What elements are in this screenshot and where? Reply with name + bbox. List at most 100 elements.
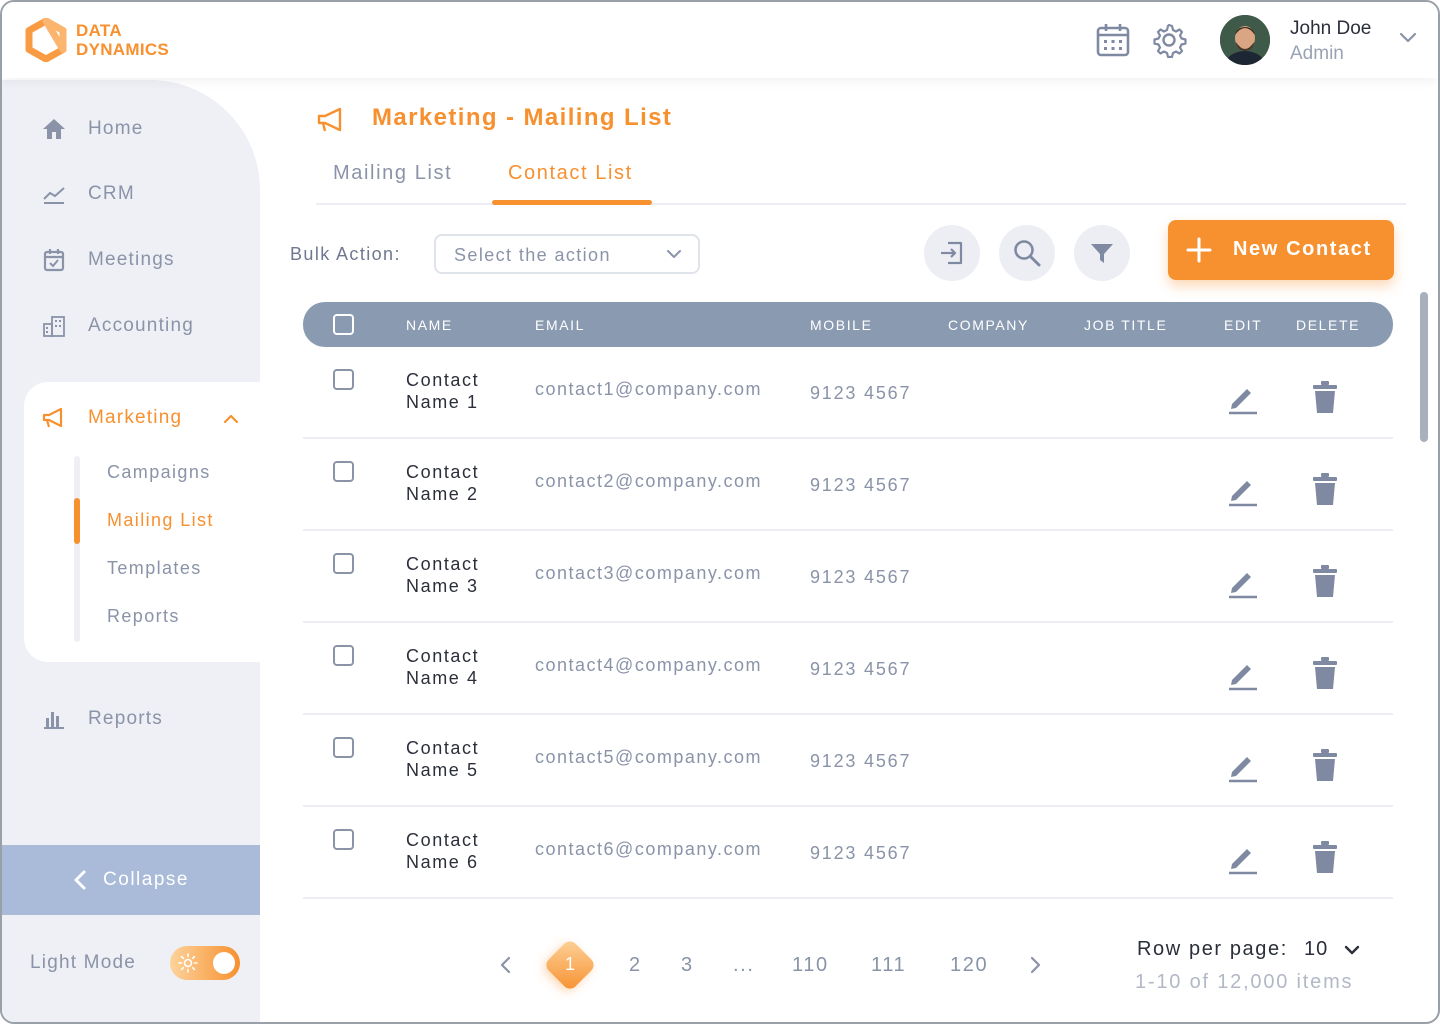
new-contact-label: New Contact (1233, 238, 1372, 260)
import-button[interactable] (924, 225, 980, 281)
chevron-down-icon[interactable] (1398, 30, 1418, 46)
chevron-down-icon[interactable] (1344, 944, 1360, 956)
calendar-check-icon (40, 246, 68, 274)
table-row[interactable]: Contact Name 3 contact3@company.com 9123 4… (303, 531, 1393, 623)
edit-icon[interactable] (1225, 565, 1259, 599)
submenu-item-mailing-list[interactable]: Mailing List (107, 510, 214, 531)
column-header-delete: DELETE (1296, 317, 1361, 333)
avatar[interactable] (1220, 15, 1270, 65)
trash-icon[interactable] (1311, 748, 1339, 782)
select-all-checkbox[interactable] (333, 314, 354, 335)
sidebar-item-accounting[interactable]: Accounting (40, 311, 194, 341)
active-tab-underline (492, 200, 652, 205)
sidebar-item-label: CRM (88, 183, 135, 204)
home-icon (40, 115, 68, 143)
filter-button[interactable] (1074, 225, 1130, 281)
sidebar-item-reports[interactable]: Reports (40, 704, 163, 734)
table-row[interactable]: Contact Name 4 contact4@company.com 9123 4… (303, 623, 1393, 715)
page-title: Marketing - Mailing List (372, 104, 673, 131)
sun-icon (178, 953, 198, 973)
row-checkbox[interactable] (333, 645, 354, 666)
row-checkbox[interactable] (333, 369, 354, 390)
bulk-action-select[interactable]: Select the action (434, 234, 700, 274)
page-ellipsis: ... (733, 954, 755, 976)
submenu-item-campaigns[interactable]: Campaigns (107, 462, 211, 483)
gear-icon[interactable] (1151, 22, 1187, 58)
chevron-down-icon (667, 250, 681, 258)
light-mode-toggle[interactable] (170, 946, 240, 980)
sidebar-item-home[interactable]: Home (40, 114, 143, 144)
page-link[interactable]: 2 (629, 954, 642, 977)
submenu-track (74, 456, 80, 642)
megaphone-icon (40, 404, 68, 432)
sidebar-item-label: Meetings (88, 249, 175, 270)
rows-per-page-label: Row per page: (1137, 938, 1288, 960)
page-link[interactable]: 120 (950, 954, 988, 977)
user-name[interactable]: John Doe (1290, 18, 1371, 40)
row-checkbox[interactable] (333, 461, 354, 482)
sidebar-item-label: Accounting (88, 315, 195, 336)
scrollbar-thumb[interactable] (1420, 292, 1428, 442)
trend-line-icon (40, 180, 68, 208)
contact-name: Contact Name 1 (406, 370, 480, 412)
calendar-icon[interactable] (1095, 22, 1131, 58)
contact-mobile: 9123 4567 (810, 751, 912, 771)
column-header-company[interactable]: COMPANY (948, 317, 1029, 333)
column-header-email[interactable]: EMAIL (535, 317, 585, 333)
contact-mobile: 9123 4567 (810, 475, 912, 495)
sidebar-item-crm[interactable]: CRM (40, 179, 135, 209)
column-header-job-title[interactable]: JOB TITLE (1084, 317, 1167, 333)
new-contact-button[interactable]: New Contact (1168, 220, 1394, 280)
page-link[interactable]: 111 (871, 954, 906, 977)
row-checkbox[interactable] (333, 553, 354, 574)
edit-icon[interactable] (1225, 749, 1259, 783)
search-button[interactable] (999, 225, 1055, 281)
marketing-panel: Marketing Campaigns Mailing List Templat… (24, 382, 262, 662)
chevron-left-icon (74, 870, 86, 890)
trash-icon[interactable] (1311, 564, 1339, 598)
collapse-label: Collapse (103, 869, 189, 890)
light-mode-label: Light Mode (30, 952, 137, 973)
table-row[interactable]: Contact Name 1 contact1@company.com 9123 4… (303, 347, 1393, 439)
prev-page-icon[interactable] (498, 955, 514, 975)
sidebar-item-marketing[interactable]: Marketing (40, 403, 182, 433)
page-link[interactable]: 110 (792, 954, 829, 977)
contact-mobile: 9123 4567 (810, 659, 912, 679)
trash-icon[interactable] (1311, 472, 1339, 506)
row-checkbox[interactable] (333, 737, 354, 758)
edit-icon[interactable] (1225, 381, 1259, 415)
row-checkbox[interactable] (333, 829, 354, 850)
sidebar: Home CRM Meetings Accounting Marketing C… (2, 80, 262, 1022)
table-row[interactable]: Contact Name 2 contact2@company.com 9123 4… (303, 439, 1393, 531)
edit-icon[interactable] (1225, 841, 1259, 875)
page-link[interactable]: 3 (681, 954, 694, 977)
sidebar-item-meetings[interactable]: Meetings (40, 245, 175, 275)
submenu-item-reports[interactable]: Reports (107, 606, 180, 627)
contact-name: Contact Name 2 (406, 462, 480, 504)
rows-per-page-select[interactable]: 10 (1304, 938, 1328, 961)
chevron-up-icon[interactable] (222, 412, 240, 426)
edit-icon[interactable] (1225, 473, 1259, 507)
trash-icon[interactable] (1311, 380, 1339, 414)
trash-icon[interactable] (1311, 840, 1339, 874)
tab-contact-list[interactable]: Contact List (508, 162, 633, 185)
app-window: DATA DYNAMICS John Doe Admin Home CRM Me… (0, 0, 1440, 1024)
next-page-icon[interactable] (1027, 955, 1043, 975)
table-row[interactable]: Contact Name 6 contact6@company.com 9123 4… (303, 807, 1393, 899)
brand-logo[interactable]: DATA DYNAMICS (24, 18, 169, 62)
megaphone-icon (317, 107, 342, 132)
column-header-name[interactable]: NAME (406, 317, 453, 333)
submenu-item-templates[interactable]: Templates (107, 558, 202, 579)
contact-email: contact5@company.com (535, 747, 763, 767)
column-header-mobile[interactable]: MOBILE (810, 317, 873, 333)
import-icon (941, 241, 963, 265)
collapse-button[interactable]: Collapse (2, 845, 260, 915)
top-header: DATA DYNAMICS John Doe Admin (2, 2, 1438, 78)
table-row[interactable]: Contact Name 5 contact5@company.com 9123 4… (303, 715, 1393, 807)
contact-email: contact2@company.com (535, 471, 763, 491)
current-page-number[interactable]: 1 (562, 954, 578, 975)
building-icon (40, 312, 68, 340)
tab-mailing-list[interactable]: Mailing List (333, 162, 452, 185)
trash-icon[interactable] (1311, 656, 1339, 690)
edit-icon[interactable] (1225, 657, 1259, 691)
